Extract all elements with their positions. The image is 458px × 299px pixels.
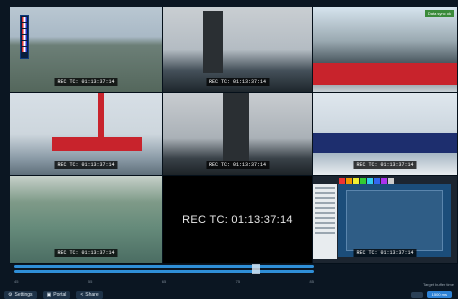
portal-button[interactable]: ▣ Portal xyxy=(42,291,71,299)
boat-hull xyxy=(313,63,457,85)
share-icon: < xyxy=(80,292,84,298)
tick-label: 65 xyxy=(161,279,167,284)
multiview-app: REC TC: 01:13:37:14 REC TC: 01:13:37:14 … xyxy=(0,0,458,299)
tick-label: 45 xyxy=(14,279,19,284)
camera-tile-1[interactable]: REC TC: 01:13:37:14 xyxy=(10,7,163,93)
camera-tile-6[interactable]: REC TC: 01:13:37:14 xyxy=(313,93,458,176)
buffer-label: Target buffer time xyxy=(422,282,454,287)
gear-icon: ⚙ xyxy=(8,292,13,298)
share-label: Share xyxy=(85,292,99,298)
camera-tile-8[interactable]: REC TC: 01:13:37:14 xyxy=(163,176,313,264)
tick-label: 85 xyxy=(309,279,314,284)
camera-tile-5[interactable]: REC TC: 01:13:37:14 xyxy=(163,93,313,176)
camera-tile-2[interactable]: REC TC: 01:13:37:14 xyxy=(163,7,313,93)
timeline-ticks: 45 55 65 75 85 xyxy=(14,279,314,284)
buffer-control: 1500 ms xyxy=(410,291,452,298)
camera-tile-4[interactable]: REC TC: 01:13:37:14 xyxy=(10,93,163,176)
camera-tile-9-map[interactable]: REC TC: 01:13:37:14 xyxy=(313,176,458,264)
sail-shape xyxy=(203,11,223,73)
portal-label: Portal xyxy=(53,292,67,298)
tile-timecode: REC TC: 01:13:37:14 xyxy=(54,78,118,86)
timeline-track-2[interactable] xyxy=(14,270,314,273)
tile-timecode-large: REC TC: 01:13:37:14 xyxy=(182,213,293,226)
tile-timecode: REC TC: 01:13:37:14 xyxy=(353,249,417,257)
camera-grid: REC TC: 01:13:37:14 REC TC: 01:13:37:14 … xyxy=(10,7,458,264)
tick-label: 75 xyxy=(235,279,241,284)
tile-timecode: REC TC: 01:13:37:14 xyxy=(54,249,118,257)
boat-mast xyxy=(98,93,104,139)
tile-timecode: REC TC: 01:13:37:14 xyxy=(205,161,270,169)
team-flags-panel xyxy=(20,15,29,59)
share-button[interactable]: < Share xyxy=(76,291,103,299)
race-map-panel[interactable] xyxy=(338,184,451,257)
boat-hull xyxy=(313,133,457,153)
decrease-button[interactable] xyxy=(410,291,423,298)
settings-label: Settings xyxy=(14,292,33,298)
timeline-track-1[interactable] xyxy=(14,265,314,268)
buffer-value[interactable]: 1500 ms xyxy=(426,291,452,298)
race-course-area xyxy=(346,190,443,251)
camera-tile-3[interactable]: Data sync ok xyxy=(313,7,458,93)
data-list-panel[interactable] xyxy=(313,184,337,259)
playhead-marker[interactable] xyxy=(252,264,260,274)
timeline-scrubber[interactable] xyxy=(14,264,314,274)
camera-tile-7[interactable]: REC TC: 01:13:37:14 xyxy=(10,176,163,264)
sail-shape xyxy=(223,93,249,163)
status-badge: Data sync ok xyxy=(424,10,454,17)
boat-hull xyxy=(52,137,142,151)
tick-label: 55 xyxy=(87,279,93,284)
tile-timecode: REC TC: 01:13:37:14 xyxy=(205,78,270,86)
settings-button[interactable]: ⚙ Settings xyxy=(4,291,37,299)
tile-timecode: REC TC: 01:13:37:14 xyxy=(54,161,118,169)
bottom-toolbar: ⚙ Settings ▣ Portal < Share xyxy=(4,291,103,299)
tile-timecode: REC TC: 01:13:37:14 xyxy=(353,161,417,169)
portal-icon: ▣ xyxy=(46,292,52,298)
